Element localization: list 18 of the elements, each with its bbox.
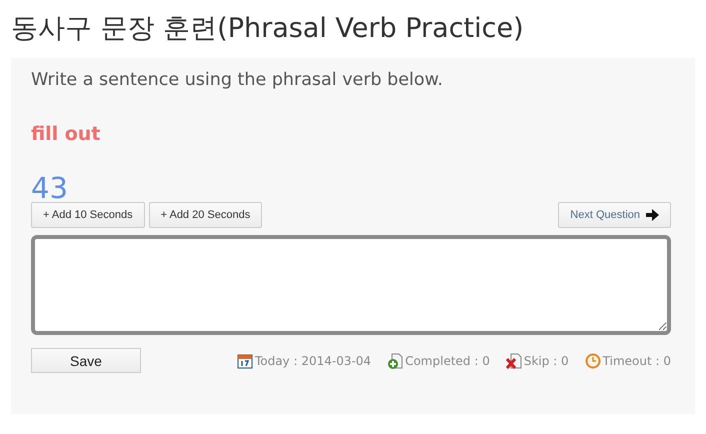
stat-label: Timeout : 0 — [602, 354, 671, 368]
next-question-button[interactable]: Next Question — [558, 202, 671, 228]
add-time-button[interactable]: + Add 20 Seconds — [148, 202, 262, 228]
instruction-text: Write a sentence using the phrasal verb below. — [31, 69, 444, 92]
save-button[interactable]: Save — [31, 348, 141, 373]
add-time-button[interactable]: + Add 10 Seconds — [31, 202, 145, 228]
stat-label: Skip : 0 — [524, 354, 569, 368]
stat-label: Completed : 0 — [405, 354, 490, 368]
calendar-icon — [236, 352, 253, 368]
stat-label: Today : 2014-03-04 — [254, 354, 372, 368]
clock-icon — [584, 352, 601, 368]
countdown-timer: 43 — [31, 170, 69, 202]
document-delete-icon — [506, 352, 522, 368]
phrasal-verb: fill out — [31, 122, 102, 147]
arrow-right-icon — [646, 209, 659, 221]
answer-field[interactable] — [31, 235, 671, 335]
page-title: 동사구 문장 훈련(Phrasal Verb Practice) — [11, 12, 525, 46]
document-add-icon — [387, 352, 404, 368]
